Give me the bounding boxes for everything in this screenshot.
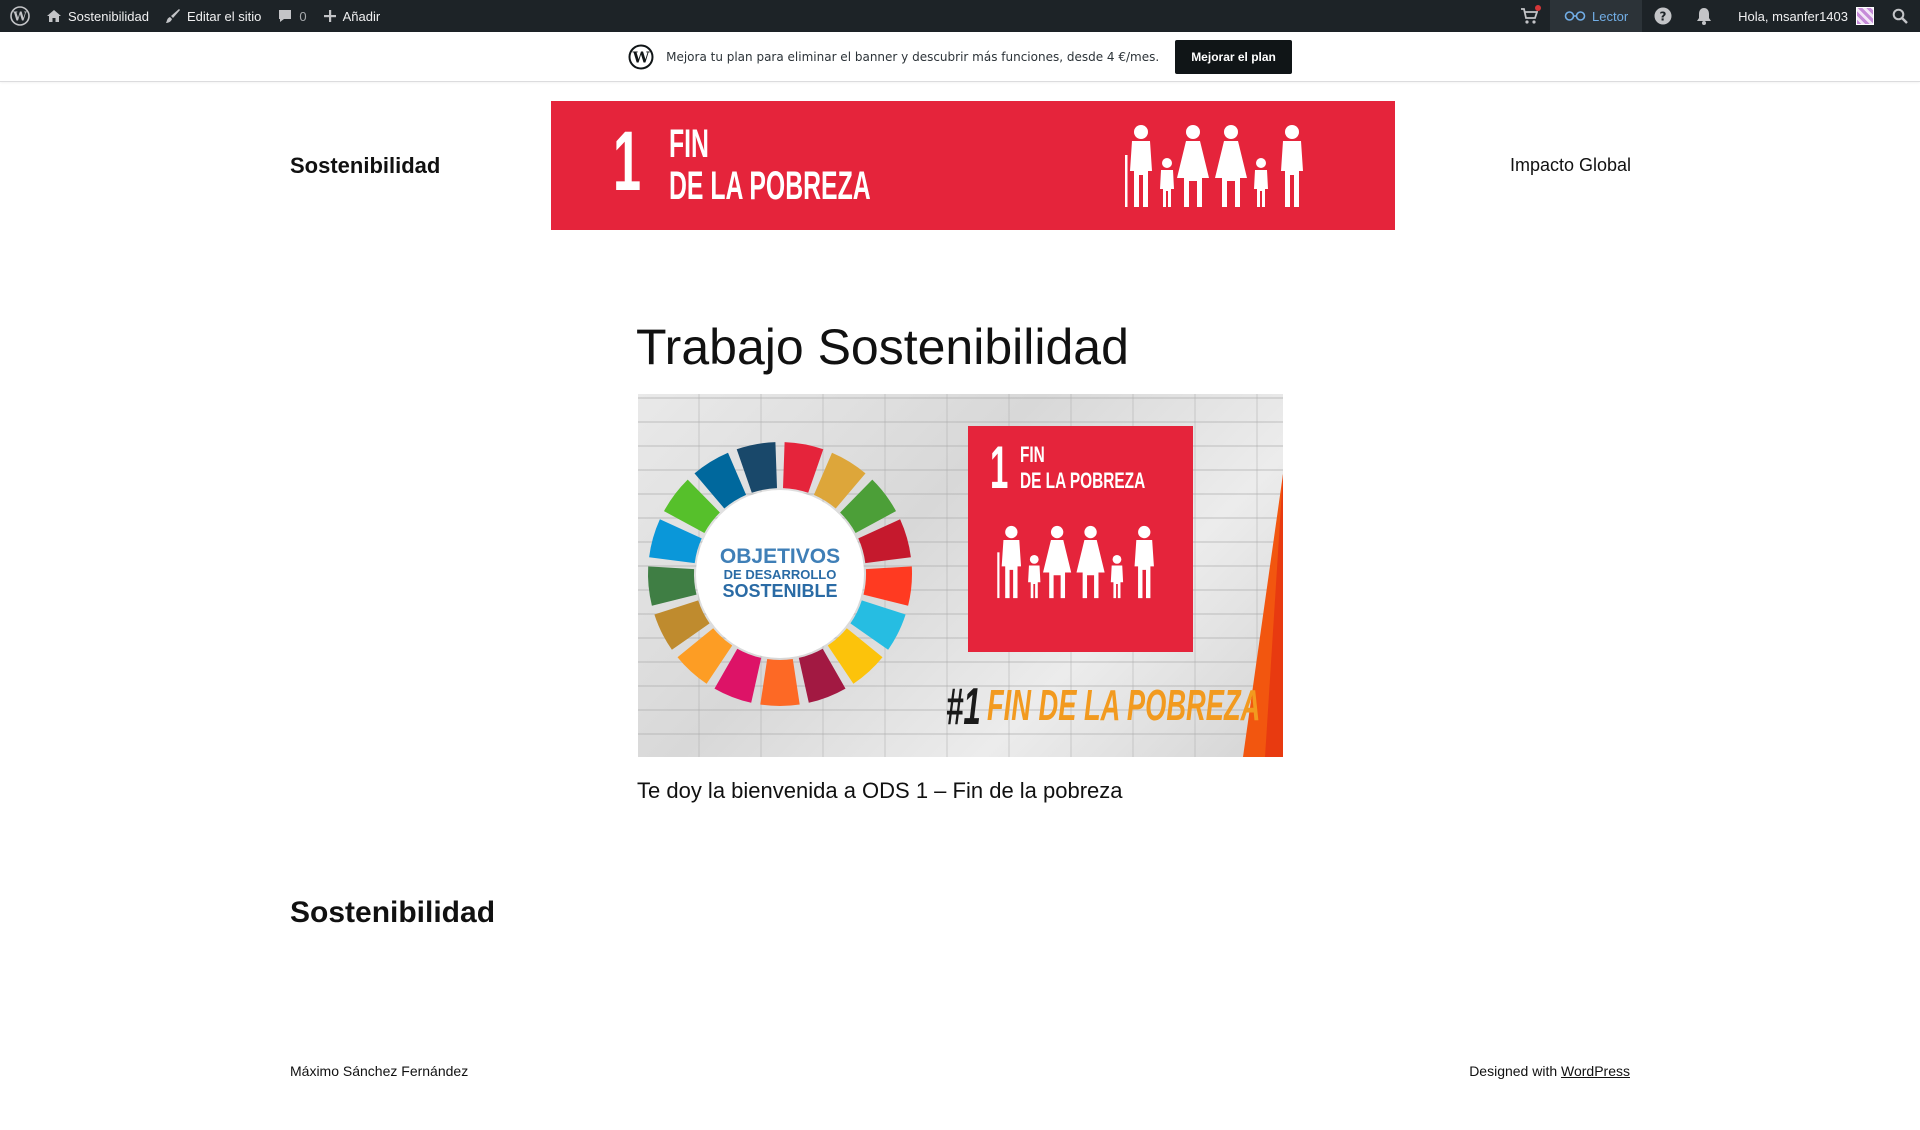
account-menu[interactable]: Hola, msanfer1403 xyxy=(1724,0,1884,32)
sdg-wheel-line1: OBJETIVOS xyxy=(719,545,841,568)
sdg-tile-number: 1 xyxy=(990,434,1009,501)
sdg-wheel-segment xyxy=(647,566,697,606)
sdg-wheel-line3: SOSTENIBLE xyxy=(722,580,838,601)
sdg-wheel-segment xyxy=(783,442,824,493)
admin-bar: W Sostenibilidad Editar el sitio 0 Añadi… xyxy=(0,0,1920,32)
reader-icon xyxy=(1564,11,1586,21)
bell-icon xyxy=(1697,8,1712,25)
upgrade-banner: W Mejora tu plan para eliminar el banner… xyxy=(0,32,1920,82)
edit-site-link[interactable]: Editar el sitio xyxy=(157,0,269,32)
sdg-tile-line2: DE LA POBREZA xyxy=(1020,468,1146,493)
sdg-wheel-segment xyxy=(736,442,777,493)
sdg-goal-1-tile: 1 FIN DE LA POBREZA xyxy=(968,426,1193,652)
header-banner-line1: FIN xyxy=(669,122,709,166)
add-new-link[interactable]: Añadir xyxy=(315,0,389,32)
cart-notification-dot xyxy=(1535,5,1542,11)
reader-label: Lector xyxy=(1592,8,1629,24)
search-icon xyxy=(1892,8,1908,24)
comments-count: 0 xyxy=(299,8,307,24)
site-title[interactable]: Sostenibilidad xyxy=(290,153,440,179)
family-icon xyxy=(997,525,1154,599)
sdg-tile-text: FIN DE LA POBREZA xyxy=(1020,442,1145,494)
site-name-label: Sostenibilidad xyxy=(68,8,149,24)
svg-text:?: ? xyxy=(1660,10,1667,24)
brush-icon xyxy=(165,9,180,23)
site-name-link[interactable]: Sostenibilidad xyxy=(38,0,157,32)
comment-icon xyxy=(279,10,292,22)
notifications-button[interactable] xyxy=(1684,0,1724,32)
image-caption-number: #1 xyxy=(946,678,981,736)
post-featured-image: OBJETIVOS DE DESARROLLO SOSTENIBLE 1 FIN… xyxy=(638,394,1283,757)
plus-icon xyxy=(323,10,336,22)
image-caption-text: FIN DE LA POBREZA xyxy=(987,681,1261,730)
wordpress-menu[interactable]: W xyxy=(0,0,38,32)
avatar xyxy=(1856,7,1874,25)
footer-site-title[interactable]: Sostenibilidad xyxy=(290,896,495,930)
sdg-tile-line1: FIN xyxy=(1020,442,1045,467)
edit-site-label: Editar el sitio xyxy=(186,8,262,24)
add-new-label: Añadir xyxy=(342,8,381,24)
post-welcome-text: Te doy la bienvenida a ODS 1 – Fin de la… xyxy=(637,778,1123,803)
nav-link-impacto-global[interactable]: Impacto Global xyxy=(1510,155,1631,176)
footer-credits: Designed with WordPress xyxy=(1469,1063,1630,1079)
greeting-label: Hola, msanfer1403 xyxy=(1738,8,1848,24)
help-button[interactable]: ? xyxy=(1642,0,1684,32)
family-icon xyxy=(1125,125,1303,207)
header-banner-image: 1 FIN DE LA POBREZA xyxy=(551,101,1395,230)
sdg-wheel-segment xyxy=(863,566,913,606)
wordpress-logo-icon: W xyxy=(628,44,654,69)
sdg-wheel-line2: DE DESARROLLO xyxy=(723,567,837,583)
sdg-wheel-segment xyxy=(760,659,800,706)
svg-text:W: W xyxy=(632,48,651,66)
cart-button[interactable] xyxy=(1508,0,1550,32)
search-button[interactable] xyxy=(1884,0,1920,32)
post-title: Trabajo Sostenibilidad xyxy=(636,319,1129,375)
sdg-wheel-label: OBJETIVOS DE DESARROLLO SOSTENIBLE xyxy=(715,545,845,601)
help-icon: ? xyxy=(1654,7,1672,25)
wordpress-icon: W xyxy=(10,6,30,26)
svg-text:W: W xyxy=(12,10,27,24)
header-banner-number: 1 xyxy=(613,114,642,208)
footer-author: Máximo Sánchez Fernández xyxy=(290,1063,469,1079)
reader-link[interactable]: Lector xyxy=(1550,0,1643,32)
upgrade-banner-text: Mejora tu plan para eliminar el banner y… xyxy=(666,49,1160,64)
upgrade-plan-button[interactable]: Mejorar el plan xyxy=(1175,39,1292,74)
wordpress-link[interactable]: WordPress xyxy=(1561,1063,1630,1079)
comments-link[interactable]: 0 xyxy=(269,0,314,32)
designed-with-label: Designed with xyxy=(1469,1063,1558,1079)
header-banner-line2: DE LA POBREZA xyxy=(669,164,871,208)
header-banner-text: FIN DE LA POBREZA xyxy=(669,123,871,207)
home-icon xyxy=(47,10,61,22)
